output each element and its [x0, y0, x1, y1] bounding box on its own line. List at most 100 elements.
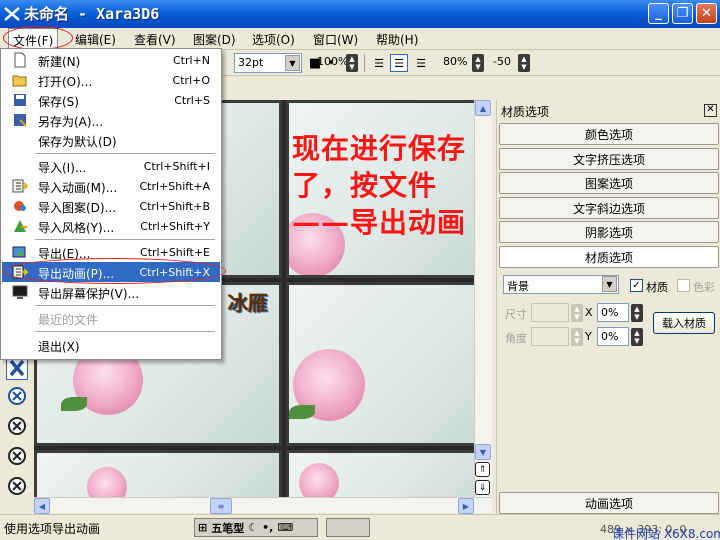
spacing-field[interactable]: 80% — [440, 53, 470, 73]
menu-item-recent-files: 最近的文件 — [2, 308, 220, 328]
rotate-y-icon — [8, 417, 26, 435]
scroll-up-icon[interactable]: ▲ — [475, 100, 491, 116]
menu-bar: 文件(F) 编辑(E) 查看(V) 图案(D) 选项(O) 窗口(W) 帮助(H… — [0, 28, 720, 50]
spacing-value: 80% — [443, 55, 468, 68]
page-down-icon[interactable]: ⇓ — [475, 480, 490, 495]
animation-options-button[interactable]: 动画选项 — [499, 492, 719, 514]
menu-item-label: 导出(E)... — [38, 247, 91, 261]
x-offset-label: X — [585, 306, 593, 319]
menu-item-label: 导入动画(M)... — [38, 181, 118, 195]
minimize-button[interactable]: _ — [648, 3, 669, 24]
status-bar: 使用选项导出动画 ⊞ 五笔型 ☾ •, ⌨ 489 × 393; 0, 0 课件… — [0, 514, 720, 540]
rotate-free-tool[interactable] — [6, 474, 28, 498]
bevel-options-button[interactable]: 文字斜边选项 — [499, 197, 719, 219]
design-options-button[interactable]: 图案选项 — [499, 172, 719, 194]
x-offset-value: 0% — [601, 306, 619, 319]
scroll-right-icon[interactable]: ▶ — [458, 498, 474, 514]
align-center-icon[interactable]: ☰ — [390, 54, 408, 72]
shadow-options-button[interactable]: 阴影选项 — [499, 221, 719, 243]
3d-logo-text: 冰雁 — [228, 291, 268, 315]
menu-window[interactable]: 窗口(W) — [313, 31, 358, 48]
spacing-spinner[interactable]: ▲ ▼ — [472, 54, 484, 72]
menu-edit[interactable]: 编辑(E) — [75, 31, 116, 48]
menu-item-save-as[interactable]: 另存为(A)... — [2, 110, 220, 130]
menu-item-import-design[interactable]: 导入图案(D)... Ctrl+Shift+B — [2, 196, 220, 216]
horizontal-scrollbar[interactable]: ◀ ≡ ▶ — [34, 497, 492, 514]
texture-target-select[interactable]: 背景 ▼ — [503, 275, 619, 294]
menu-item-save[interactable]: 保存(S) Ctrl+S — [2, 90, 220, 110]
align-right-icon[interactable]: ☰ — [412, 54, 430, 72]
options-panel: 材质选项 ✕ 颜色选项 文字挤压选项 图案选项 文字斜边选项 阴影选项 材质选项… — [496, 100, 720, 518]
screensaver-icon — [12, 285, 28, 299]
ime-logo-icon: ⊞ — [198, 521, 208, 534]
tutorial-annotation: 现在进行保存了，按文件——导出动画 — [292, 132, 467, 239]
file-menu-dropdown: 新建(N) Ctrl+N 打开(O)... Ctrl+O 保存(S) Ctrl+… — [0, 48, 222, 360]
rotate-z-tool[interactable] — [6, 444, 28, 468]
scroll-thumb[interactable]: ≡ — [210, 498, 232, 514]
xara-app-icon[interactable] — [3, 5, 21, 23]
menu-item-import[interactable]: 导入(I)... Ctrl+Shift+I — [2, 156, 220, 176]
menu-divider — [35, 153, 215, 154]
menu-item-open[interactable]: 打开(O)... Ctrl+O — [2, 70, 220, 90]
menu-view[interactable]: 查看(V) — [134, 31, 176, 48]
menu-item-exit[interactable]: 退出(X) — [2, 335, 220, 355]
x-offset-field[interactable]: 0% — [597, 303, 629, 322]
menu-design[interactable]: 图案(D) — [193, 31, 236, 48]
rotate-x-tool[interactable] — [6, 384, 28, 408]
angle-field — [531, 327, 569, 346]
save-disk-icon — [14, 94, 26, 106]
panel-close-icon[interactable]: ✕ — [704, 104, 717, 117]
texture-target-value: 背景 — [507, 280, 529, 293]
close-button[interactable]: ✕ — [696, 3, 717, 24]
y-offset-field[interactable]: 0% — [597, 327, 629, 346]
menu-item-export-animation[interactable]: 导出动画(P)... Ctrl+Shift+X — [2, 262, 220, 282]
menu-divider — [35, 305, 215, 306]
ime-name: 五笔型 — [211, 521, 245, 535]
menu-file[interactable]: 文件(F) — [8, 28, 59, 50]
export-icon — [12, 246, 26, 258]
menu-item-import-animation[interactable]: 导入动画(M)... Ctrl+Shift+A — [2, 176, 220, 196]
texture-tile — [286, 450, 492, 498]
scroll-left-icon[interactable]: ◀ — [34, 498, 50, 514]
size-label: 尺寸 — [505, 308, 527, 321]
toolbar-divider — [364, 54, 365, 72]
zoom-spinner[interactable]: ▲ ▼ — [346, 54, 358, 72]
menu-item-label: 新建(N) — [38, 55, 81, 69]
y-offset-spinner[interactable]: ▲ ▼ — [631, 328, 643, 346]
x-offset-spinner[interactable]: ▲ ▼ — [631, 304, 643, 322]
menu-item-label: 保存为默认(D) — [38, 135, 117, 149]
texture-options-button[interactable]: 材质选项 — [499, 246, 719, 268]
menu-item-save-default[interactable]: 保存为默认(D) — [2, 130, 220, 150]
maximize-button[interactable]: ❐ — [672, 3, 693, 24]
depth-field[interactable]: -50 — [490, 53, 516, 73]
menu-item-shortcut: Ctrl+N — [172, 54, 210, 67]
zoom-field[interactable]: 100% — [314, 53, 348, 73]
menu-item-new[interactable]: 新建(N) Ctrl+N — [2, 50, 220, 70]
extrusion-options-button[interactable]: 文字挤压选项 — [499, 148, 719, 170]
ime-toolbar[interactable]: ⊞ 五笔型 ☾ •, ⌨ — [194, 518, 318, 537]
color-checkbox[interactable] — [677, 279, 690, 292]
menu-options[interactable]: 选项(O) — [252, 31, 295, 48]
color-options-button[interactable]: 颜色选项 — [499, 123, 719, 145]
size-field — [531, 303, 569, 322]
menu-item-label: 导入(I)... — [38, 161, 87, 175]
menu-item-import-style[interactable]: 导入风格(Y)... Ctrl+Shift+Y — [2, 216, 220, 236]
page-up-icon[interactable]: ⇑ — [475, 462, 490, 477]
texture-tile — [286, 282, 492, 446]
align-left-icon[interactable]: ☰ — [370, 54, 388, 72]
texture-checkbox[interactable]: ✓ — [630, 279, 643, 292]
keyboard-icon: ⌨ — [277, 521, 294, 534]
menu-item-export-screensaver[interactable]: 导出屏幕保护(V)... — [2, 282, 220, 302]
font-size-select[interactable]: 32pt ▼ — [234, 53, 302, 73]
menu-item-label: 退出(X) — [38, 340, 80, 354]
load-texture-button[interactable]: 载入材质 — [653, 312, 715, 334]
export-animation-icon — [12, 265, 28, 279]
chevron-down-icon: ▼ — [602, 276, 617, 292]
rotate-y-tool[interactable] — [6, 414, 28, 438]
menu-item-export[interactable]: 导出(E)... Ctrl+Shift+E — [2, 242, 220, 262]
vertical-scrollbar[interactable]: ▲ ▼ — [474, 100, 492, 498]
depth-spinner[interactable]: ▲ ▼ — [518, 54, 530, 72]
menu-help[interactable]: 帮助(H) — [376, 31, 418, 48]
scroll-down-icon[interactable]: ▼ — [475, 444, 491, 460]
y-offset-label: Y — [585, 330, 592, 343]
